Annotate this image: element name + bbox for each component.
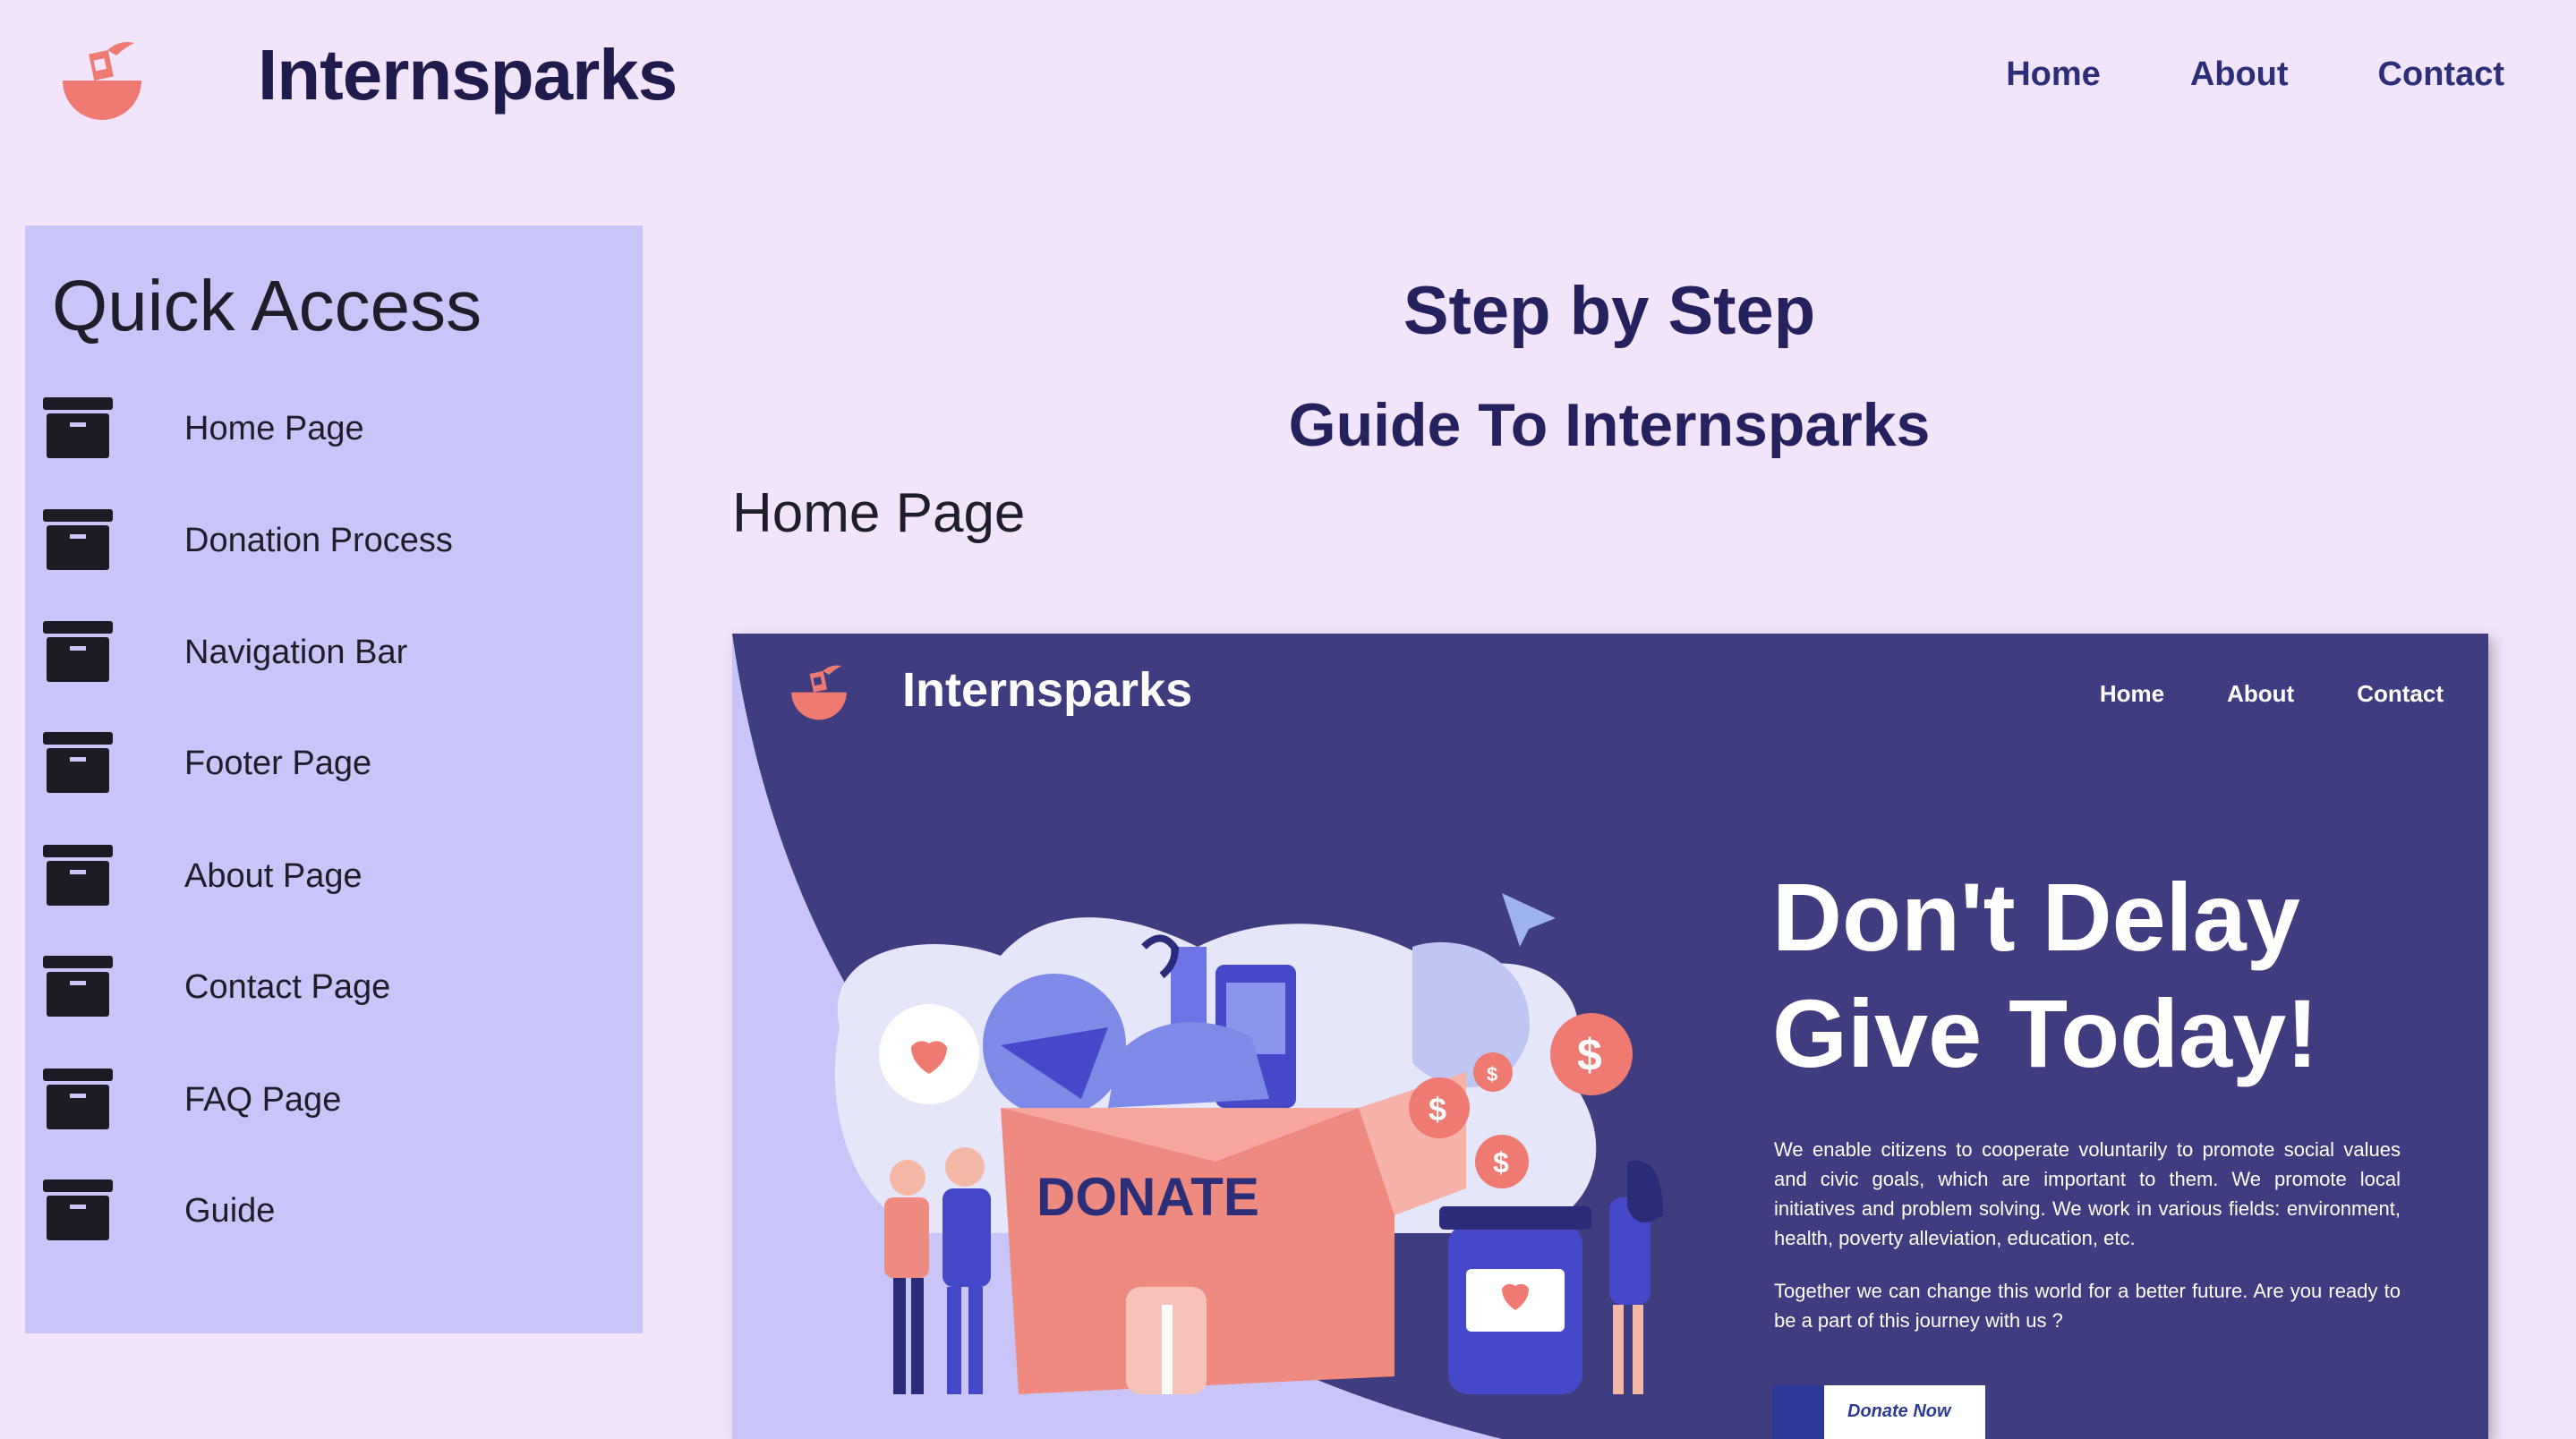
preview-logo-icon xyxy=(791,665,847,720)
archive-box-icon xyxy=(43,397,113,458)
page-title: Step by Step xyxy=(1403,273,1816,349)
hero-line-1: Don't Delay xyxy=(1772,863,2300,971)
sidebar-item-label: Guide xyxy=(184,1192,276,1230)
preview-nav-about: About xyxy=(2227,680,2295,707)
sidebar-item-about-page[interactable]: About Page xyxy=(43,845,625,916)
svg-text:$: $ xyxy=(1493,1146,1509,1179)
sidebar-item-label: Donation Process xyxy=(184,522,453,559)
nav-home-link[interactable]: Home xyxy=(2006,55,2101,94)
preview-hero-title: Don't Delay Give Today! xyxy=(1772,859,2318,1092)
preview-nav: Home About Contact xyxy=(2100,680,2444,708)
sidebar-item-footer-page[interactable]: Footer Page xyxy=(43,732,625,804)
archive-box-icon xyxy=(43,621,113,682)
sidebar-item-label: Home Page xyxy=(184,410,364,447)
sidebar-item-label: About Page xyxy=(184,857,363,895)
sidebar-item-label: Contact Page xyxy=(184,968,391,1006)
brand-name: Internsparks xyxy=(258,35,678,115)
donate-button-accent xyxy=(1772,1385,1824,1439)
svg-text:$: $ xyxy=(1577,1030,1602,1080)
section-heading: Home Page xyxy=(732,482,1026,544)
home-page-preview-image: Internsparks Home About Contact DONATE $… xyxy=(732,634,2488,1439)
svg-text:$: $ xyxy=(1487,1063,1497,1086)
sidebar-item-guide[interactable]: Guide xyxy=(43,1179,625,1251)
archive-box-icon xyxy=(43,956,113,1017)
svg-text:$: $ xyxy=(1429,1091,1446,1128)
hero-line-2: Give Today! xyxy=(1772,979,2319,1087)
nav-about-link[interactable]: About xyxy=(2190,55,2289,94)
preview-brand-name: Internsparks xyxy=(902,663,1193,717)
sidebar-item-donation-process[interactable]: Donation Process xyxy=(43,509,625,581)
preview-nav-home: Home xyxy=(2099,680,2165,707)
page-subtitle: Guide To Internsparks xyxy=(1288,391,1931,459)
nav-contact-link[interactable]: Contact xyxy=(2378,55,2504,94)
sidebar-title: Quick Access xyxy=(52,266,482,345)
preview-paragraph-1: We enable citizens to cooperate voluntar… xyxy=(1774,1138,2401,1249)
sidebar-item-label: FAQ Page xyxy=(184,1081,342,1119)
archive-box-icon xyxy=(43,509,113,570)
donate-label: DONATE xyxy=(1036,1167,1259,1227)
brand-logo-icon xyxy=(63,42,141,120)
sidebar-item-faq-page[interactable]: FAQ Page xyxy=(43,1069,625,1140)
sidebar-item-home-page[interactable]: Home Page xyxy=(43,397,625,469)
quick-access-sidebar: Quick Access Home Page Donation Process … xyxy=(25,226,643,1333)
sidebar-item-navigation-bar[interactable]: Navigation Bar xyxy=(43,621,625,693)
preview-nav-contact: Contact xyxy=(2357,680,2444,707)
sidebar-item-contact-page[interactable]: Contact Page xyxy=(43,956,625,1027)
archive-box-icon xyxy=(43,1179,113,1240)
top-nav: Home About Contact xyxy=(2006,55,2504,94)
archive-box-icon xyxy=(43,1069,113,1129)
preview-paragraph-2: Together we can change this world for a … xyxy=(1774,1280,2401,1332)
sidebar-item-label: Navigation Bar xyxy=(184,634,408,671)
preview-donate-now-button: Donate Now xyxy=(1772,1385,1985,1439)
archive-box-icon xyxy=(43,732,113,793)
donation-box-illustration: DONATE $ $ $ $ xyxy=(834,893,1663,1394)
archive-box-icon xyxy=(43,845,113,906)
sidebar-item-label: Footer Page xyxy=(184,745,372,782)
